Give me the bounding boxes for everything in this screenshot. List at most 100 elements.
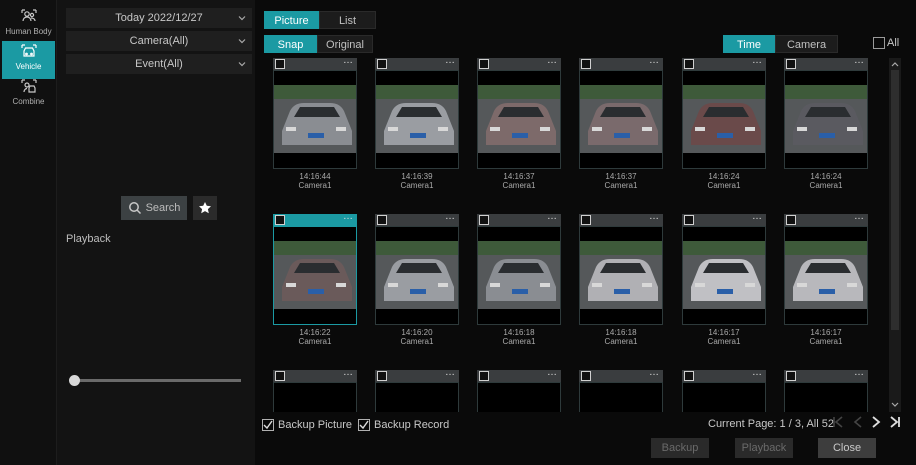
close-button[interactable]: Close: [818, 438, 876, 458]
more-options-icon[interactable]: …: [752, 56, 762, 66]
scroll-down-icon[interactable]: [891, 401, 899, 409]
more-options-icon[interactable]: …: [445, 367, 455, 378]
snapshot-checkbox[interactable]: [377, 215, 387, 225]
backup-picture-checkbox[interactable]: Backup Picture: [262, 419, 352, 431]
next-page-icon[interactable]: [869, 415, 883, 429]
select-all-box[interactable]: [873, 37, 885, 49]
snapshot-card[interactable]: … 14:16:17 Camera1: [682, 211, 766, 346]
vehicle-snapshot-image[interactable]: [273, 70, 357, 169]
vehicle-snapshot-image[interactable]: [273, 226, 357, 325]
more-options-icon[interactable]: …: [343, 56, 353, 66]
more-options-icon[interactable]: …: [445, 56, 455, 66]
more-options-icon[interactable]: …: [547, 211, 557, 222]
snapshot-checkbox[interactable]: [275, 59, 285, 69]
vehicle-snapshot-image[interactable]: [375, 382, 459, 412]
snapshot-card[interactable]: …: [682, 367, 766, 412]
snapshot-card[interactable]: … 14:16:18 Camera1: [477, 211, 561, 346]
tab-original[interactable]: Original: [317, 35, 373, 53]
snapshot-checkbox[interactable]: [377, 59, 387, 69]
more-options-icon[interactable]: …: [854, 56, 864, 66]
snapshot-card[interactable]: … 14:16:22 Camera1: [273, 211, 357, 346]
prev-page-icon[interactable]: [851, 415, 865, 429]
last-page-icon[interactable]: [888, 415, 902, 429]
snapshot-card[interactable]: … 14:16:44 Camera1: [273, 56, 357, 190]
vehicle-snapshot-image[interactable]: [579, 382, 663, 412]
snapshot-card[interactable]: …: [477, 367, 561, 412]
snapshot-checkbox[interactable]: [275, 215, 285, 225]
more-options-icon[interactable]: …: [854, 367, 864, 378]
vehicle-snapshot-image[interactable]: [375, 226, 459, 325]
vehicle-snapshot-image[interactable]: [477, 70, 561, 169]
snapshot-card[interactable]: … 14:16:24 Camera1: [682, 56, 766, 190]
snapshot-card[interactable]: …: [784, 367, 868, 412]
snapshot-card[interactable]: … 14:16:37 Camera1: [477, 56, 561, 190]
tab-list[interactable]: List: [319, 11, 376, 29]
vehicle-snapshot-image[interactable]: [682, 70, 766, 169]
snapshot-card[interactable]: … 14:16:37 Camera1: [579, 56, 663, 190]
snapshot-card[interactable]: … 14:16:24 Camera1: [784, 56, 868, 190]
snapshot-checkbox[interactable]: [684, 59, 694, 69]
backup-record-checkbox[interactable]: Backup Record: [358, 419, 449, 431]
tab-camera[interactable]: Camera: [775, 35, 838, 53]
tab-snap[interactable]: Snap: [264, 35, 317, 53]
camera-dropdown[interactable]: Camera(All): [66, 31, 252, 51]
snapshot-checkbox[interactable]: [377, 371, 387, 381]
snapshot-card[interactable]: … 14:16:18 Camera1: [579, 211, 663, 346]
more-options-icon[interactable]: …: [752, 367, 762, 378]
more-options-icon[interactable]: …: [547, 367, 557, 378]
scroll-up-icon[interactable]: [891, 60, 899, 68]
search-button[interactable]: Search: [121, 196, 187, 220]
vehicle-snapshot-image[interactable]: [784, 70, 868, 169]
snapshot-checkbox[interactable]: [581, 215, 591, 225]
snapshot-checkbox[interactable]: [479, 59, 489, 69]
rail-item-human-body[interactable]: Human Body: [2, 6, 55, 44]
snapshot-card[interactable]: …: [273, 367, 357, 412]
vehicle-snapshot-image[interactable]: [477, 382, 561, 412]
checkbox-checked-icon[interactable]: [358, 419, 370, 431]
playback-slider-track[interactable]: [74, 379, 241, 382]
more-options-icon[interactable]: …: [649, 367, 659, 378]
snapshot-checkbox[interactable]: [581, 371, 591, 381]
first-page-icon[interactable]: [831, 415, 845, 429]
more-options-icon[interactable]: …: [752, 211, 762, 222]
tab-picture[interactable]: Picture: [264, 11, 319, 29]
tab-time[interactable]: Time: [723, 35, 775, 53]
vehicle-snapshot-image[interactable]: [273, 382, 357, 412]
rail-item-combine[interactable]: Combine: [2, 76, 55, 114]
snapshot-checkbox[interactable]: [479, 371, 489, 381]
vehicle-snapshot-image[interactable]: [375, 70, 459, 169]
rail-item-vehicle[interactable]: Vehicle: [2, 41, 55, 79]
scrollbar-thumb[interactable]: [891, 70, 899, 330]
vehicle-snapshot-image[interactable]: [579, 226, 663, 325]
more-options-icon[interactable]: …: [854, 211, 864, 222]
snapshot-checkbox[interactable]: [684, 371, 694, 381]
playback-slider-handle[interactable]: [69, 375, 80, 386]
more-options-icon[interactable]: …: [445, 211, 455, 222]
checkbox-checked-icon[interactable]: [262, 419, 274, 431]
snapshot-card[interactable]: … 14:16:39 Camera1: [375, 56, 459, 190]
snapshot-card[interactable]: … 14:16:20 Camera1: [375, 211, 459, 346]
vehicle-snapshot-image[interactable]: [784, 382, 868, 412]
vehicle-snapshot-image[interactable]: [784, 226, 868, 325]
event-dropdown[interactable]: Event(All): [66, 54, 252, 74]
more-options-icon[interactable]: …: [547, 56, 557, 66]
more-options-icon[interactable]: …: [343, 367, 353, 378]
snapshot-checkbox[interactable]: [786, 59, 796, 69]
vehicle-snapshot-image[interactable]: [477, 226, 561, 325]
snapshot-checkbox[interactable]: [786, 215, 796, 225]
vehicle-snapshot-image[interactable]: [682, 382, 766, 412]
snapshot-card[interactable]: …: [375, 367, 459, 412]
more-options-icon[interactable]: …: [649, 56, 659, 66]
snapshot-card[interactable]: …: [579, 367, 663, 412]
snapshot-checkbox[interactable]: [786, 371, 796, 381]
vehicle-snapshot-image[interactable]: [579, 70, 663, 169]
favorite-button[interactable]: [193, 196, 217, 220]
snapshot-checkbox[interactable]: [479, 215, 489, 225]
more-options-icon[interactable]: …: [649, 211, 659, 222]
snapshot-checkbox[interactable]: [581, 59, 591, 69]
backup-button[interactable]: Backup: [651, 438, 709, 458]
snapshot-checkbox[interactable]: [684, 215, 694, 225]
more-options-icon[interactable]: …: [343, 211, 353, 222]
select-all-checkbox[interactable]: All: [873, 37, 899, 49]
playback-button[interactable]: Playback: [735, 438, 793, 458]
